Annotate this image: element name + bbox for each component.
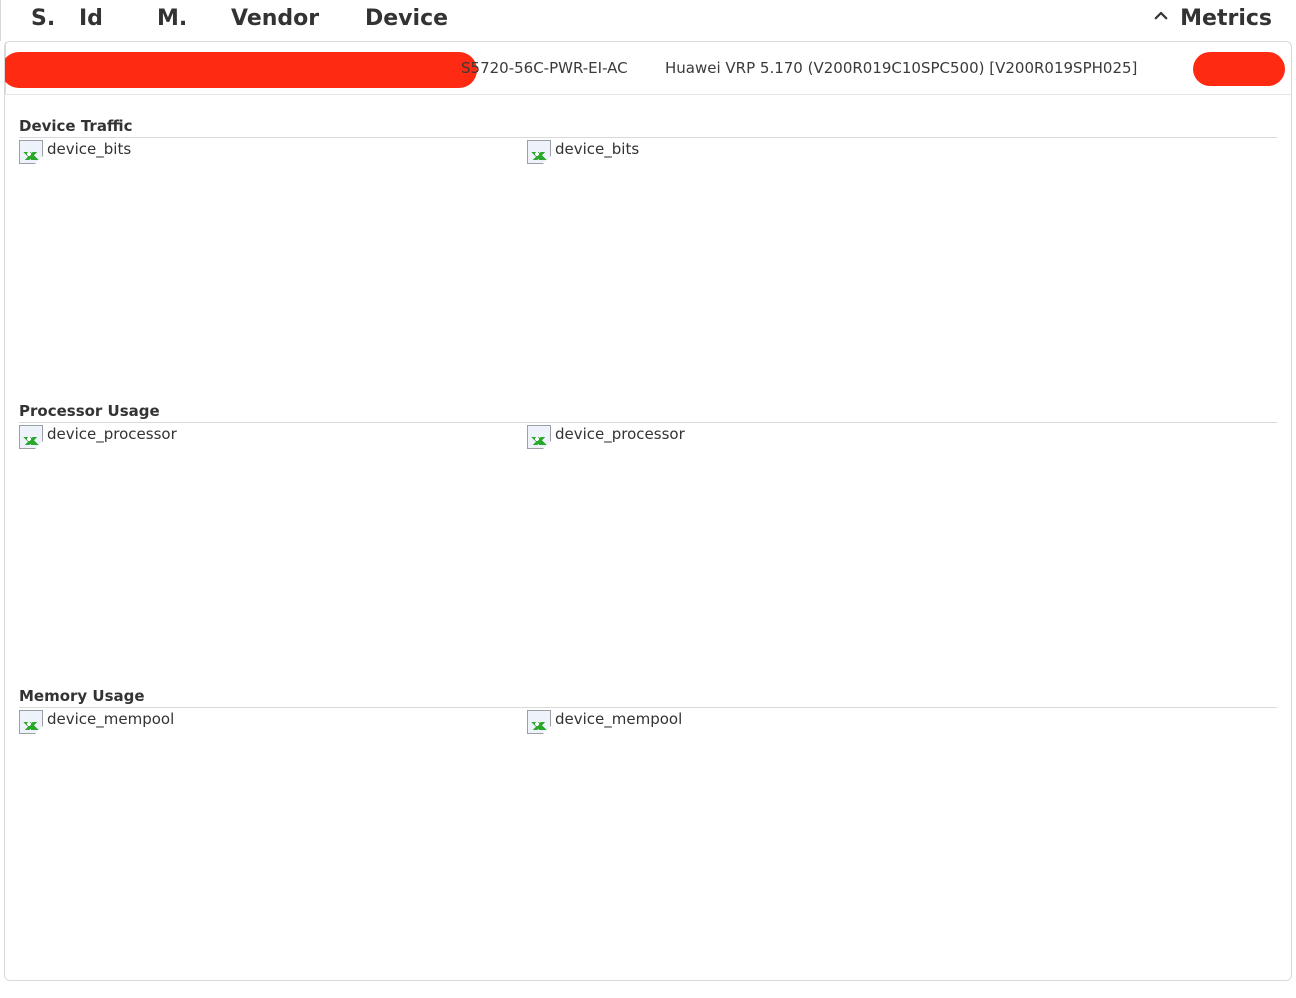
graph-memory-1[interactable]: device_mempool — [19, 710, 527, 960]
graph-alt-text: device_processor — [555, 425, 685, 442]
broken-image-icon: device_bits — [527, 140, 639, 164]
column-header-id[interactable]: Id — [79, 6, 157, 31]
broken-image-icon: device_processor — [19, 425, 177, 449]
redaction-right — [1193, 52, 1285, 86]
device-firmware: Huawei VRP 5.170 (V200R019C10SPC500) [V2… — [665, 59, 1137, 77]
section-title-traffic: Device Traffic — [19, 117, 1277, 135]
graph-traffic-2[interactable]: device_bits — [527, 140, 1035, 390]
graph-alt-text: device_bits — [555, 140, 639, 157]
broken-image-icon: device_mempool — [527, 710, 682, 734]
section-rule — [19, 707, 1277, 708]
device-model: S5720-56C-PWR-EI-AC — [461, 59, 628, 77]
column-header-device[interactable]: Device — [365, 6, 1152, 31]
broken-image-icon: device_bits — [19, 140, 131, 164]
section-title-memory: Memory Usage — [19, 687, 1277, 705]
graph-alt-text: device_bits — [47, 140, 131, 157]
column-header-m[interactable]: M. — [157, 6, 231, 31]
section-rule — [19, 422, 1277, 423]
graph-memory-2[interactable]: device_mempool — [527, 710, 1035, 960]
column-header-row: S. Id M. Vendor Device Metrics — [0, 0, 1296, 41]
graph-row-memory: device_mempool device_mempool — [19, 710, 1277, 960]
device-metrics-panel: Device Traffic device_bits device_bits P… — [5, 95, 1291, 980]
chevron-up-icon — [1152, 6, 1170, 31]
graph-traffic-1[interactable]: device_bits — [19, 140, 527, 390]
section-rule — [19, 137, 1277, 138]
column-header-metrics[interactable]: Metrics — [1152, 6, 1278, 31]
graph-alt-text: device_mempool — [47, 710, 174, 727]
broken-image-icon: device_mempool — [19, 710, 174, 734]
column-header-vendor[interactable]: Vendor — [231, 6, 365, 31]
device-summary-row[interactable]: S5720-56C-PWR-EI-AC Huawei VRP 5.170 (V2… — [5, 42, 1291, 95]
column-header-metrics-label: Metrics — [1180, 6, 1272, 31]
graph-processor-1[interactable]: device_processor — [19, 425, 527, 675]
redaction-left — [5, 52, 477, 88]
device-card: S5720-56C-PWR-EI-AC Huawei VRP 5.170 (V2… — [4, 41, 1292, 981]
graph-processor-2[interactable]: device_processor — [527, 425, 1035, 675]
graph-alt-text: device_processor — [47, 425, 177, 442]
graph-row-processor: device_processor device_processor — [19, 425, 1277, 675]
graph-row-traffic: device_bits device_bits — [19, 140, 1277, 390]
column-header-status[interactable]: S. — [19, 6, 79, 31]
graph-alt-text: device_mempool — [555, 710, 682, 727]
broken-image-icon: device_processor — [527, 425, 685, 449]
section-title-processor: Processor Usage — [19, 402, 1277, 420]
